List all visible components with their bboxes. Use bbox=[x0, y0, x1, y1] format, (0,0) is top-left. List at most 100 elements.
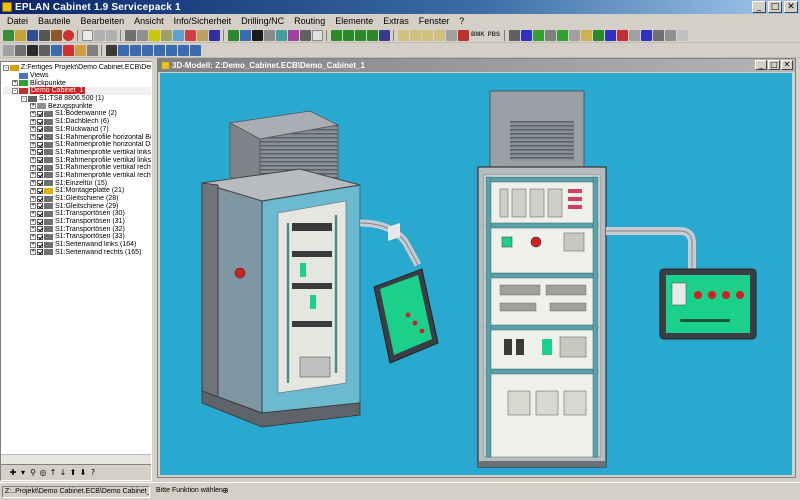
mounting-plate-icon[interactable] bbox=[173, 29, 184, 41]
tree-item[interactable]: - Demo Cabinet_1 bbox=[3, 87, 151, 95]
rotate-icon[interactable] bbox=[458, 29, 469, 41]
pin-icon[interactable]: ⊕ bbox=[222, 486, 229, 496]
expand-icon[interactable]: + bbox=[30, 226, 36, 233]
tree-item[interactable]: + S1:Rahmenprofile horizontal Bod bbox=[3, 133, 151, 141]
expand-icon[interactable]: + bbox=[30, 118, 36, 125]
tree-item[interactable]: + S1:Rahmenprofile vertikal rechts bbox=[3, 164, 151, 172]
close-button[interactable]: ✕ bbox=[784, 1, 798, 13]
tree-item[interactable]: + S1:Transportösen (31) bbox=[3, 218, 151, 226]
filter-icon[interactable]: ▾ bbox=[19, 468, 27, 477]
print-icon[interactable] bbox=[39, 29, 50, 41]
visibility-checkbox[interactable] bbox=[37, 226, 43, 233]
tree-item[interactable]: + Bezugspunkte bbox=[3, 102, 151, 110]
check-icon[interactable] bbox=[533, 29, 545, 41]
menu-datei[interactable]: Datei bbox=[2, 16, 33, 26]
visibility-checkbox[interactable] bbox=[37, 218, 43, 225]
expand-icon[interactable]: + bbox=[30, 157, 36, 164]
align-icon[interactable] bbox=[51, 44, 62, 56]
cut-icon[interactable] bbox=[82, 29, 93, 41]
place-top-icon[interactable] bbox=[142, 44, 153, 56]
tree-item[interactable]: - Z:Fertiges Projekt\Demo Cabinet.ECB\Dem… bbox=[3, 64, 151, 72]
tree-item[interactable]: + S1:Transportösen (32) bbox=[3, 225, 151, 233]
expand-icon[interactable]: + bbox=[30, 110, 36, 117]
collapse-icon[interactable]: - bbox=[3, 64, 9, 71]
axis-icon[interactable] bbox=[605, 29, 617, 41]
3d-close-button[interactable]: ✕ bbox=[781, 60, 793, 70]
expand-icon[interactable]: + bbox=[30, 187, 36, 194]
move-icon[interactable] bbox=[15, 44, 26, 56]
expand-icon[interactable]: + bbox=[30, 164, 36, 171]
expand-icon[interactable]: + bbox=[30, 195, 36, 202]
find-icon[interactable]: ⚲ bbox=[29, 468, 37, 477]
device-icon[interactable] bbox=[209, 29, 220, 41]
3d-minimize-button[interactable]: _ bbox=[755, 60, 767, 70]
visibility-checkbox[interactable] bbox=[37, 233, 43, 240]
visibility-checkbox[interactable] bbox=[37, 180, 43, 187]
menu-help[interactable]: ? bbox=[454, 16, 469, 26]
label-icon[interactable] bbox=[581, 29, 593, 41]
place-right-icon[interactable] bbox=[130, 44, 141, 56]
wrench-icon[interactable] bbox=[106, 44, 117, 56]
tree-item[interactable]: + S1:Rahmenprofile vertikal rechts bbox=[3, 172, 151, 180]
settings-icon[interactable] bbox=[629, 29, 641, 41]
menu-elemente[interactable]: Elemente bbox=[330, 16, 378, 26]
list-icon[interactable] bbox=[545, 29, 557, 41]
menu-bearbeiten[interactable]: Bearbeiten bbox=[76, 16, 130, 26]
delete-icon[interactable] bbox=[63, 44, 74, 56]
tree-item[interactable]: + S1:Montageplatte (21) bbox=[3, 187, 151, 195]
tree-item[interactable]: + S1:Seitenwand rechts (165) bbox=[3, 249, 151, 257]
move-down-icon[interactable]: ↓ bbox=[59, 468, 67, 477]
tree-item[interactable]: + S1:Gleitschiene (29) bbox=[3, 202, 151, 210]
copy-icon[interactable] bbox=[27, 44, 38, 56]
menu-ansicht[interactable]: Ansicht bbox=[129, 16, 169, 26]
expand-icon[interactable]: + bbox=[30, 103, 36, 110]
layer-icon[interactable] bbox=[569, 29, 581, 41]
visibility-checkbox[interactable] bbox=[37, 126, 43, 133]
duct-icon[interactable] bbox=[161, 29, 172, 41]
visibility-checkbox[interactable] bbox=[37, 210, 43, 217]
add-icon[interactable]: ✚ bbox=[9, 468, 17, 477]
visibility-checkbox[interactable] bbox=[37, 203, 43, 210]
move-up-icon[interactable]: ↑ bbox=[49, 468, 57, 477]
cabinet-icon[interactable] bbox=[125, 29, 136, 41]
visibility-checkbox[interactable] bbox=[37, 249, 43, 256]
enclosure-icon[interactable] bbox=[137, 29, 148, 41]
coordinate-icon[interactable] bbox=[521, 29, 533, 41]
zoom-out-icon[interactable] bbox=[410, 29, 421, 41]
minimize-button[interactable]: _ bbox=[752, 1, 766, 13]
expand-icon[interactable]: + bbox=[30, 126, 36, 133]
view-front-icon[interactable] bbox=[331, 29, 342, 41]
place-bottom-icon[interactable] bbox=[154, 44, 165, 56]
expand-icon[interactable]: + bbox=[30, 149, 36, 156]
blue-box-icon[interactable] bbox=[240, 29, 251, 41]
tree-item[interactable]: + S1:Transportösen (30) bbox=[3, 210, 151, 218]
visibility-checkbox[interactable] bbox=[37, 172, 43, 179]
visibility-checkbox[interactable] bbox=[37, 157, 43, 164]
tree-item[interactable]: Views bbox=[3, 72, 151, 80]
tree-item[interactable]: + S1:Rückwand (7) bbox=[3, 126, 151, 134]
render-icon[interactable] bbox=[379, 29, 390, 41]
zoom-in-icon[interactable] bbox=[398, 29, 409, 41]
arrow-down-icon[interactable]: ⬇ bbox=[79, 468, 87, 477]
menu-bauteile[interactable]: Bauteile bbox=[33, 16, 76, 26]
tree-icon[interactable] bbox=[557, 29, 569, 41]
expand-icon[interactable]: + bbox=[30, 141, 36, 148]
vertical-scrollbar[interactable] bbox=[792, 73, 795, 475]
new-icon[interactable] bbox=[3, 29, 14, 41]
wire-icon[interactable] bbox=[300, 29, 311, 41]
tree-item[interactable]: + S1:Rahmenprofile vertikal links h bbox=[3, 156, 151, 164]
green-box-icon[interactable] bbox=[228, 29, 239, 41]
expand-icon[interactable]: + bbox=[30, 241, 36, 248]
tree-item[interactable]: + S1:Dachblech (6) bbox=[3, 118, 151, 126]
menu-drilling-nc[interactable]: Drilling/NC bbox=[236, 16, 289, 26]
tree-item[interactable]: - S1:TS8 8806.500 (1) bbox=[3, 95, 151, 103]
expand-icon[interactable]: + bbox=[30, 203, 36, 210]
tree-item[interactable]: + S1:Rahmenprofile horizontal Dac bbox=[3, 141, 151, 149]
snap-icon[interactable] bbox=[665, 29, 677, 41]
black-box-icon[interactable] bbox=[252, 29, 263, 41]
place-left-icon[interactable] bbox=[118, 44, 129, 56]
expand-icon[interactable]: + bbox=[30, 249, 36, 256]
3d-viewport[interactable] bbox=[160, 73, 792, 475]
save-icon[interactable] bbox=[27, 29, 38, 41]
tree-item[interactable]: + S1:Rahmenprofile vertikal links v bbox=[3, 149, 151, 157]
